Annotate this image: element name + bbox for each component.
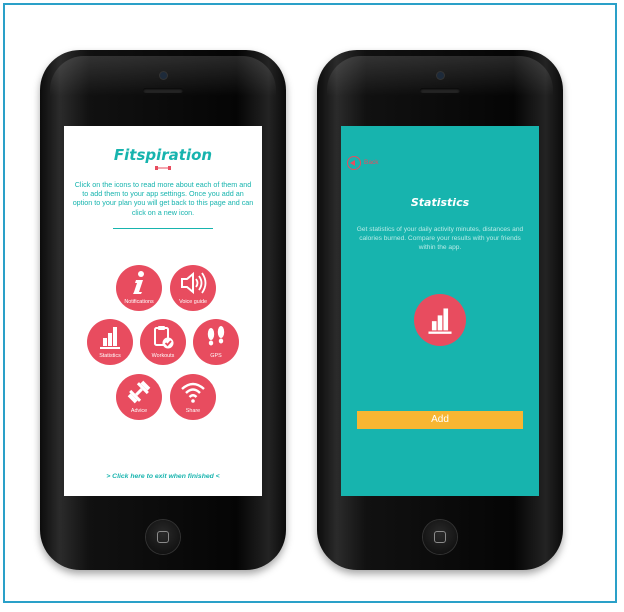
advice-button[interactable]: Advice xyxy=(116,374,162,420)
gps-button[interactable]: GPS xyxy=(193,319,239,365)
bar-chart-icon xyxy=(428,308,452,334)
advice-label: Advice xyxy=(130,408,148,414)
share-button[interactable]: Share xyxy=(170,374,216,420)
back-arrow-icon[interactable] xyxy=(347,156,361,170)
statistics-button[interactable]: Statistics xyxy=(87,319,133,365)
add-button[interactable]: Add xyxy=(357,411,523,429)
bar-chart-icon xyxy=(87,324,133,350)
statistics-detail-screen: Back Statistics Get statistics of your d… xyxy=(341,126,539,496)
dumbbell-icon xyxy=(116,379,162,405)
divider xyxy=(113,228,213,229)
statistics-label: Statistics xyxy=(99,353,121,359)
workouts-button[interactable]: Workouts xyxy=(140,319,186,365)
detail-title: Statistics xyxy=(410,196,470,209)
home-button[interactable] xyxy=(146,520,180,554)
detail-description: Get statistics of your daily activity mi… xyxy=(356,226,524,251)
earpiece-speaker xyxy=(143,88,183,93)
back-button-label[interactable]: Back xyxy=(364,159,378,166)
intro-text: Click on the icons to read more about ea… xyxy=(72,180,254,217)
logo-dumbbell-icon xyxy=(155,166,171,170)
notifications-label: Notifications xyxy=(124,299,154,305)
phone-left: Fitspiration Click on the icons to read … xyxy=(40,50,286,570)
phone-right: Back Statistics Get statistics of your d… xyxy=(317,50,563,570)
gps-label: GPS xyxy=(210,353,222,359)
camera xyxy=(160,72,167,79)
voice-guide-label: Voice guide xyxy=(179,299,207,305)
earpiece-speaker xyxy=(420,88,460,93)
notifications-button[interactable]: Notifications xyxy=(116,265,162,311)
wifi-icon xyxy=(170,379,216,405)
voice-guide-button[interactable]: Voice guide xyxy=(170,265,216,311)
app-title: Fitspiration xyxy=(113,146,213,164)
home-screen: Fitspiration Click on the icons to read … xyxy=(64,126,262,496)
home-button[interactable] xyxy=(423,520,457,554)
exit-link[interactable]: > Click here to exit when finished < xyxy=(64,473,262,480)
clipboard-check-icon xyxy=(140,324,186,350)
footprints-icon xyxy=(193,324,239,350)
statistics-feature-icon xyxy=(414,294,466,346)
camera xyxy=(437,72,444,79)
info-icon xyxy=(116,270,162,296)
share-label: Share xyxy=(185,408,201,414)
speaker-icon xyxy=(170,270,216,296)
workouts-label: Workouts xyxy=(151,353,175,359)
